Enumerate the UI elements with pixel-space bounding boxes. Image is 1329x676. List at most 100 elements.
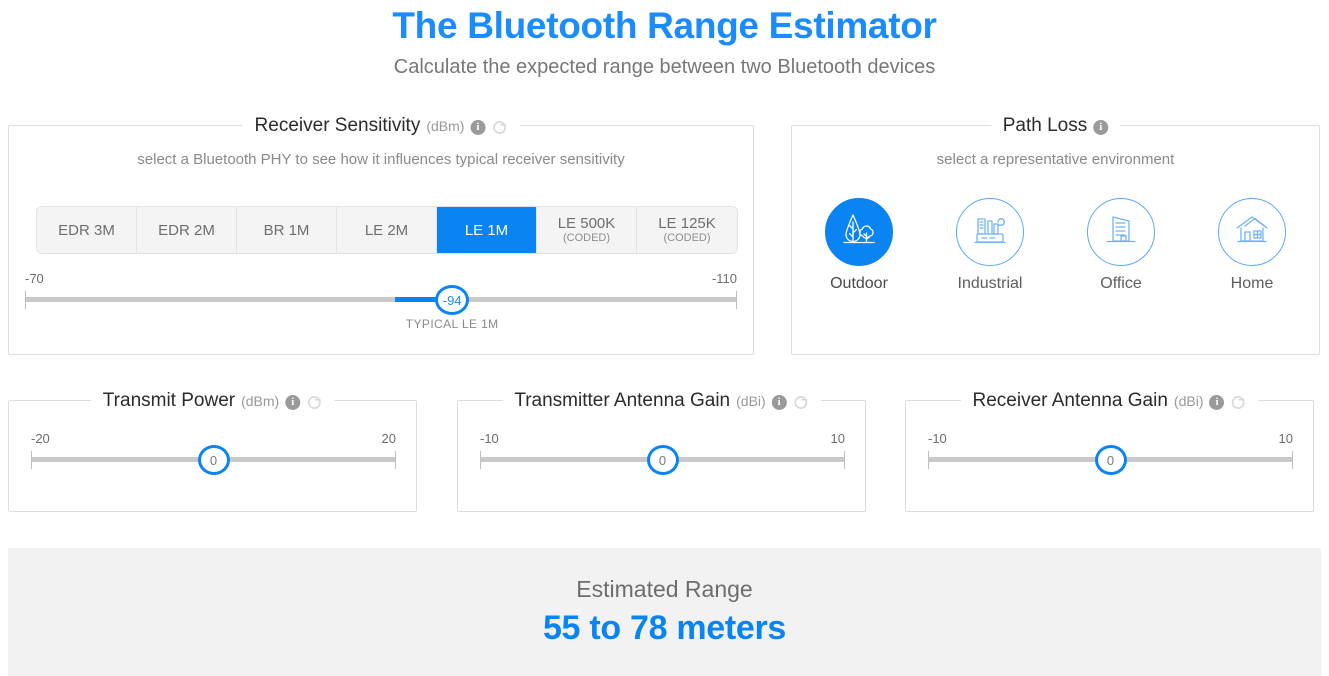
slider-endcap-left	[31, 451, 32, 469]
phy-option-sublabel: (CODED)	[562, 232, 611, 244]
environment-option-industrial[interactable]: Industrial	[949, 198, 1031, 293]
phy-option-le-1m[interactable]: LE 1M	[437, 207, 537, 253]
phy-option-label: EDR 2M	[158, 221, 215, 239]
bluetooth-range-estimator-page: The Bluetooth Range Estimator Calculate …	[0, 0, 1329, 676]
environment-label: Outdoor	[830, 275, 888, 292]
slider-endcap-left	[480, 451, 481, 469]
page-subtitle: Calculate the expected range between two…	[393, 56, 936, 78]
environment-label: Industrial	[957, 275, 1023, 292]
slider-max-label: 10	[830, 431, 845, 446]
receiver-sensitivity-unit: (dBm)	[426, 118, 465, 134]
path-loss-panel: Path Loss i select a representative envi…	[791, 114, 1320, 355]
phy-selector[interactable]: EDR 3M EDR 2M BR 1M LE 2M LE 1M LE 500K …	[37, 207, 737, 253]
environment-option-home[interactable]: Home	[1211, 198, 1293, 293]
phy-option-sublabel: (CODED)	[663, 232, 711, 244]
environment-circle	[1218, 198, 1286, 266]
slider-endcap-right	[736, 291, 737, 309]
environment-option-outdoor[interactable]: Outdoor	[818, 198, 900, 293]
receiver-antenna-gain-slider[interactable]: -10 10 0	[928, 431, 1293, 491]
phy-option-label: BR 1M	[263, 221, 310, 239]
receiver-sensitivity-slider[interactable]: -70 -110 -94 TYPICAL LE 1M	[25, 271, 737, 331]
path-loss-hint: select a representative environment	[936, 151, 1175, 168]
slider-min-label: -70	[25, 271, 44, 286]
transmit-power-title: Transmit Power	[102, 390, 236, 411]
receiver-sensitivity-title: Receiver Sensitivity	[254, 115, 421, 136]
info-icon[interactable]: i	[771, 394, 787, 410]
slider-handle[interactable]: 0	[1094, 445, 1127, 475]
reset-icon[interactable]	[491, 120, 507, 136]
slider-note: TYPICAL LE 1M	[405, 317, 499, 331]
slider-endcap-left	[928, 451, 929, 469]
phy-option-edr-3m[interactable]: EDR 3M	[37, 207, 137, 253]
house-icon	[1231, 209, 1273, 256]
transmitter-antenna-gain-panel: Transmitter Antenna Gain (dBi) i -10 10 …	[457, 389, 866, 512]
transmitter-antenna-gain-legend: Transmitter Antenna Gain (dBi) i	[502, 389, 821, 413]
environment-circle	[956, 198, 1024, 266]
phy-option-label: LE 1M	[464, 221, 509, 239]
environment-options: Outdoor Industrial Office Home	[792, 198, 1319, 293]
estimated-range-label: Estimated Range	[576, 576, 753, 602]
slider-value: 0	[658, 452, 667, 468]
environment-option-office[interactable]: Office	[1080, 198, 1162, 293]
slider-max-label: -110	[711, 271, 737, 286]
receiver-sensitivity-panel: Receiver Sensitivity (dBm) i select a Bl…	[8, 114, 754, 355]
phy-option-le-500k[interactable]: LE 500K (CODED)	[537, 207, 637, 253]
slider-value: 0	[1106, 452, 1115, 468]
slider-max-label: 10	[1278, 431, 1293, 446]
receiver-sensitivity-legend: Receiver Sensitivity (dBm) i	[242, 114, 520, 138]
slider-value: -94	[442, 292, 462, 308]
environment-circle	[825, 198, 893, 266]
phy-option-le-125k[interactable]: LE 125K (CODED)	[637, 207, 737, 253]
environment-label: Office	[1100, 275, 1142, 292]
path-loss-title: Path Loss	[1002, 115, 1088, 136]
slider-handle[interactable]: 0	[646, 445, 679, 475]
receiver-antenna-gain-title: Receiver Antenna Gain	[972, 390, 1168, 411]
slider-endcap-left	[25, 291, 26, 309]
trees-icon	[838, 209, 880, 256]
estimated-range-panel: Estimated Range 55 to 78 meters	[8, 548, 1321, 676]
transmit-power-slider[interactable]: -20 20 0	[31, 431, 396, 491]
info-icon[interactable]: i	[1209, 394, 1225, 410]
phy-option-br-1m[interactable]: BR 1M	[237, 207, 337, 253]
slider-endcap-right	[1292, 451, 1293, 469]
office-building-icon	[1100, 209, 1142, 256]
transmit-power-unit: (dBm)	[241, 393, 280, 409]
slider-endcap-right	[395, 451, 396, 469]
slider-min-label: -10	[928, 431, 947, 446]
receiver-antenna-gain-legend: Receiver Antenna Gain (dBi) i	[960, 389, 1259, 413]
phy-option-label: EDR 3M	[58, 221, 115, 239]
receiver-antenna-gain-panel: Receiver Antenna Gain (dBi) i -10 10 0	[905, 389, 1314, 512]
page-title: The Bluetooth Range Estimator	[392, 5, 937, 46]
transmitter-antenna-gain-unit: (dBi)	[736, 393, 766, 409]
environment-label: Home	[1230, 275, 1274, 292]
slider-min-label: -20	[31, 431, 50, 446]
factory-icon	[969, 209, 1011, 256]
reset-icon[interactable]	[793, 395, 809, 411]
reset-icon[interactable]	[1230, 395, 1246, 411]
phy-option-label: LE 2M	[364, 221, 409, 239]
receiver-antenna-gain-unit: (dBi)	[1173, 393, 1204, 409]
info-icon[interactable]: i	[285, 394, 301, 410]
info-icon[interactable]: i	[470, 119, 486, 135]
slider-endcap-right	[844, 451, 845, 469]
transmitter-antenna-gain-title: Transmitter Antenna Gain	[514, 390, 731, 411]
path-loss-legend: Path Loss i	[990, 114, 1121, 138]
phy-option-edr-2m[interactable]: EDR 2M	[137, 207, 237, 253]
info-icon[interactable]: i	[1093, 119, 1109, 135]
slider-max-label: 20	[381, 431, 396, 446]
slider-value: 0	[209, 452, 218, 468]
phy-option-label: LE 500K	[557, 215, 616, 232]
transmit-power-legend: Transmit Power (dBm) i	[90, 389, 335, 413]
slider-handle[interactable]: -94	[435, 285, 470, 315]
environment-circle	[1087, 198, 1155, 266]
slider-min-label: -10	[480, 431, 499, 446]
estimated-range-value: 55 to 78 meters	[542, 609, 787, 647]
transmit-power-panel: Transmit Power (dBm) i -20 20 0	[8, 389, 417, 512]
phy-option-le-2m[interactable]: LE 2M	[337, 207, 437, 253]
reset-icon[interactable]	[306, 395, 322, 411]
slider-handle[interactable]: 0	[197, 445, 230, 475]
receiver-sensitivity-hint: select a Bluetooth PHY to see how it inf…	[137, 151, 625, 168]
phy-option-label: LE 125K	[658, 215, 716, 232]
slider-track[interactable]	[25, 297, 737, 302]
transmitter-antenna-gain-slider[interactable]: -10 10 0	[480, 431, 845, 491]
